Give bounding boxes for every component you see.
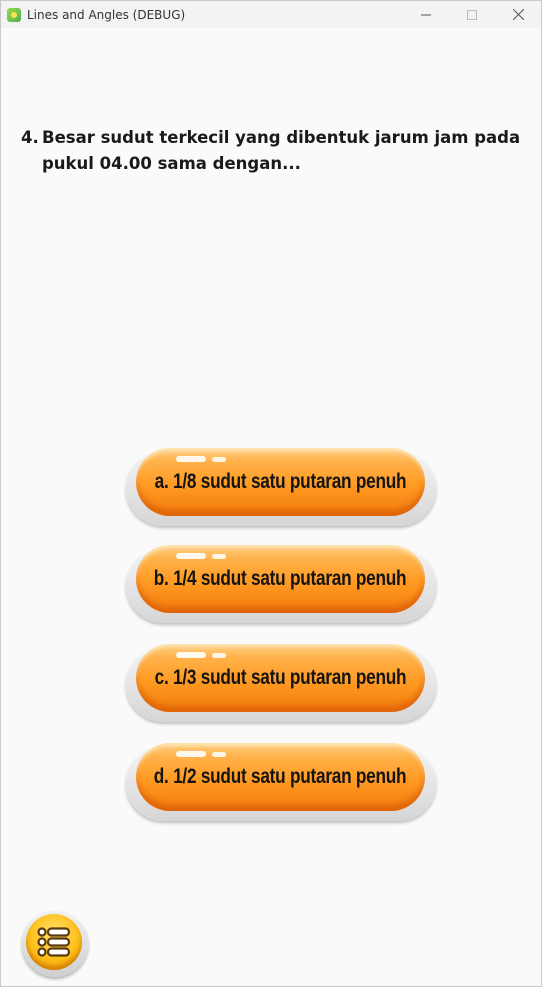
button-highlight bbox=[212, 554, 226, 559]
answer-button-a[interactable]: a. 1/8 sudut satu putaran penuh bbox=[126, 448, 436, 528]
button-highlight bbox=[212, 653, 226, 658]
maximize-button[interactable] bbox=[449, 1, 495, 28]
app-icon bbox=[7, 7, 21, 22]
menu-button-face bbox=[26, 914, 82, 970]
answer-button-face: c. 1/3 sudut satu putaran penuh bbox=[136, 644, 425, 712]
close-icon bbox=[512, 9, 524, 20]
answer-button-c[interactable]: c. 1/3 sudut satu putaran penuh bbox=[126, 644, 436, 724]
answer-label: d. 1/2 sudut satu putaran penuh bbox=[154, 765, 407, 788]
button-highlight bbox=[176, 751, 206, 757]
menu-list-icon bbox=[37, 927, 71, 957]
button-highlight bbox=[176, 652, 206, 658]
answer-button-face: d. 1/2 sudut satu putaran penuh bbox=[136, 743, 425, 811]
button-highlight bbox=[212, 457, 226, 462]
question-number: 4. bbox=[21, 128, 39, 147]
window-title: Lines and Angles (DEBUG) bbox=[27, 7, 186, 22]
menu-button[interactable] bbox=[22, 911, 88, 977]
button-highlight bbox=[176, 456, 206, 462]
answer-button-face: b. 1/4 sudut satu putaran penuh bbox=[136, 545, 425, 613]
button-highlight bbox=[212, 752, 226, 757]
minimize-icon bbox=[421, 14, 431, 15]
close-button[interactable] bbox=[495, 1, 541, 28]
answer-button-d[interactable]: d. 1/2 sudut satu putaran penuh bbox=[126, 743, 436, 823]
question-text: Besar sudut terkecil yang dibentuk jarum… bbox=[42, 128, 521, 173]
answer-button-b[interactable]: b. 1/4 sudut satu putaran penuh bbox=[126, 545, 436, 625]
window-controls bbox=[403, 1, 541, 28]
answer-label: b. 1/4 sudut satu putaran penuh bbox=[154, 567, 407, 590]
app-window: Lines and Angles (DEBUG) 4. Besar sudut … bbox=[0, 0, 542, 987]
button-highlight bbox=[176, 553, 206, 559]
minimize-button[interactable] bbox=[403, 1, 449, 28]
title-bar[interactable]: Lines and Angles (DEBUG) bbox=[1, 1, 541, 28]
answer-label: a. 1/8 sudut satu putaran penuh bbox=[154, 470, 407, 493]
answer-button-face: a. 1/8 sudut satu putaran penuh bbox=[136, 448, 425, 516]
question: 4. Besar sudut terkecil yang dibentuk ja… bbox=[21, 125, 521, 177]
answer-label: c. 1/3 sudut satu putaran penuh bbox=[154, 666, 407, 689]
maximize-icon bbox=[467, 9, 477, 20]
